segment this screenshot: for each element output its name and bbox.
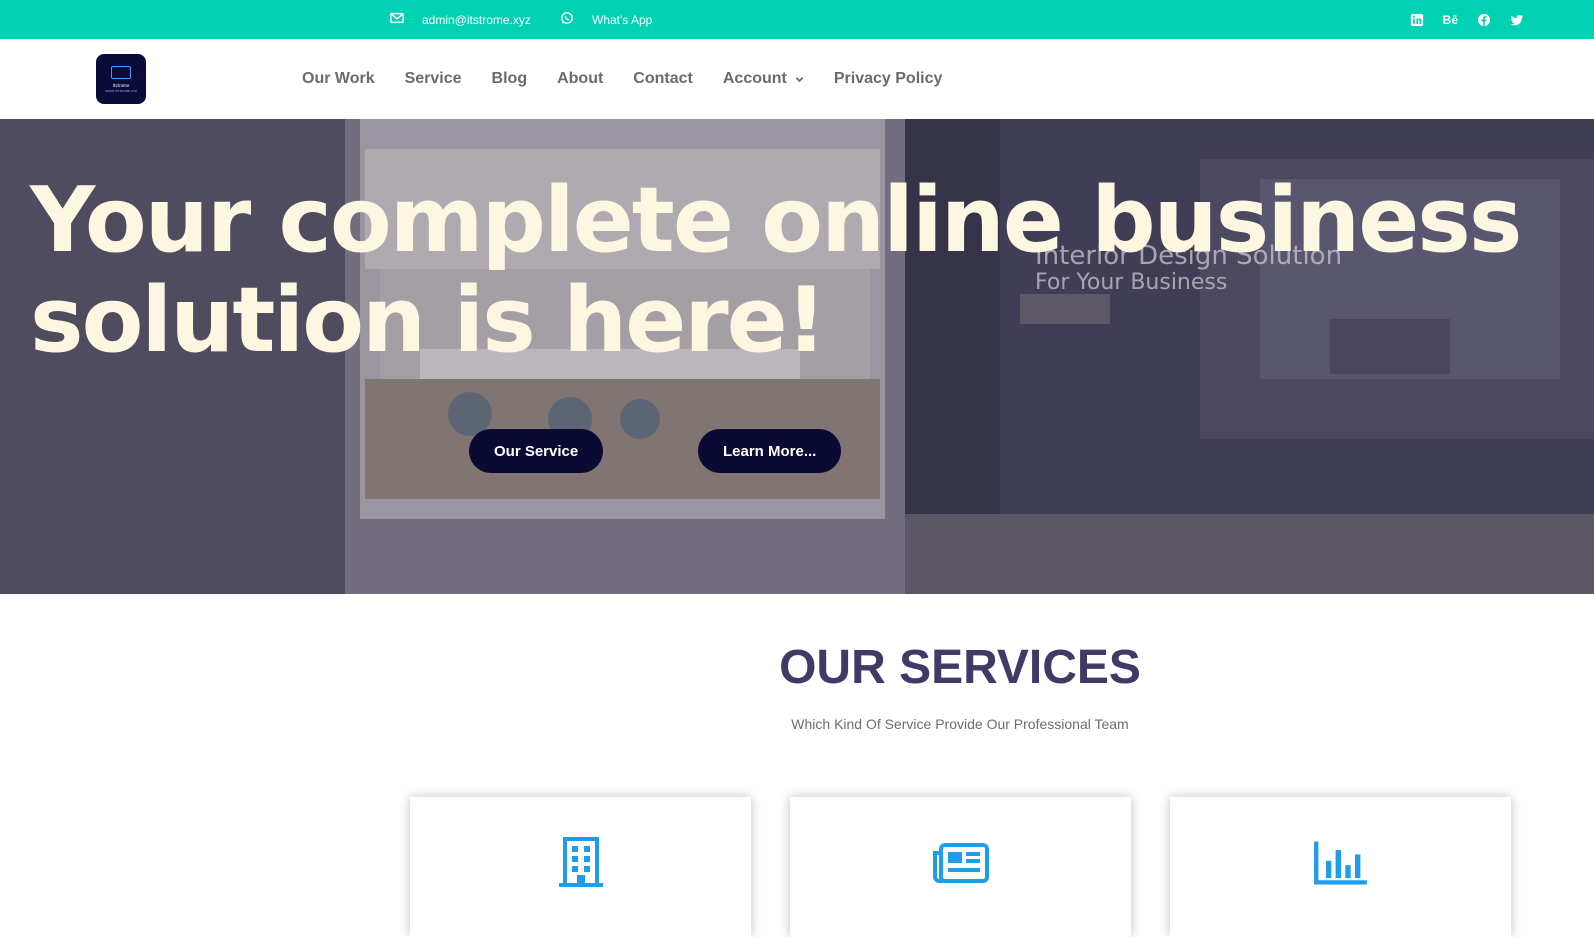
services-title: OUR SERVICES	[779, 641, 1141, 694]
linkedin-icon[interactable]	[1410, 13, 1424, 27]
nav-about[interactable]: About	[557, 70, 603, 88]
behance-icon[interactable]: Bē	[1443, 13, 1458, 27]
services-subtitle: Which Kind Of Service Provide Our Profes…	[791, 716, 1129, 732]
envelope-icon	[390, 11, 404, 28]
chart-bar-icon	[1313, 841, 1367, 885]
nav-blog[interactable]: Blog	[492, 70, 528, 88]
nav-contact[interactable]: Contact	[633, 70, 693, 88]
whatsapp-icon	[560, 11, 574, 28]
nav-account[interactable]: Account	[723, 70, 804, 88]
nav-our-work[interactable]: Our Work	[302, 70, 375, 88]
email-link[interactable]: admin@itstrome.xyz	[390, 0, 531, 39]
nav-privacy-policy[interactable]: Privacy Policy	[834, 70, 943, 88]
logo-name: Itstrome	[112, 83, 130, 88]
email-text[interactable]: admin@itstrome.xyz	[422, 13, 531, 27]
hero-section: Interior Design Solution For Your Busine…	[0, 119, 1594, 594]
facebook-icon[interactable]	[1477, 13, 1491, 27]
service-card[interactable]	[790, 797, 1131, 937]
social-links: Bē	[1410, 0, 1524, 39]
our-service-button[interactable]: Our Service	[469, 429, 604, 473]
logo-url: WWW.ITSTROME.XYZ	[105, 89, 137, 93]
monitor-icon	[111, 66, 131, 79]
whatsapp-text[interactable]: What's App	[592, 13, 652, 27]
service-card[interactable]	[410, 797, 751, 937]
building-icon	[558, 837, 603, 887]
twitter-icon[interactable]	[1510, 13, 1524, 27]
hero-heading: Your complete online business solution i…	[30, 168, 1522, 373]
nav-account-label: Account	[722, 70, 787, 87]
site-logo[interactable]: Itstrome WWW.ITSTROME.XYZ	[96, 54, 146, 104]
chevron-down-icon	[795, 76, 804, 82]
nav-service[interactable]: Service	[405, 70, 462, 88]
main-nav: Our Work Service Blog About Contact Acco…	[302, 39, 942, 119]
whatsapp-link[interactable]: What's App	[560, 0, 652, 39]
site-header: Itstrome WWW.ITSTROME.XYZ Our Work Servi…	[0, 39, 1594, 119]
newspaper-icon	[932, 843, 989, 883]
service-card[interactable]	[1170, 797, 1511, 937]
learn-more-button[interactable]: Learn More...	[698, 429, 842, 473]
top-bar: admin@itstrome.xyz What's App Bē	[0, 0, 1594, 39]
